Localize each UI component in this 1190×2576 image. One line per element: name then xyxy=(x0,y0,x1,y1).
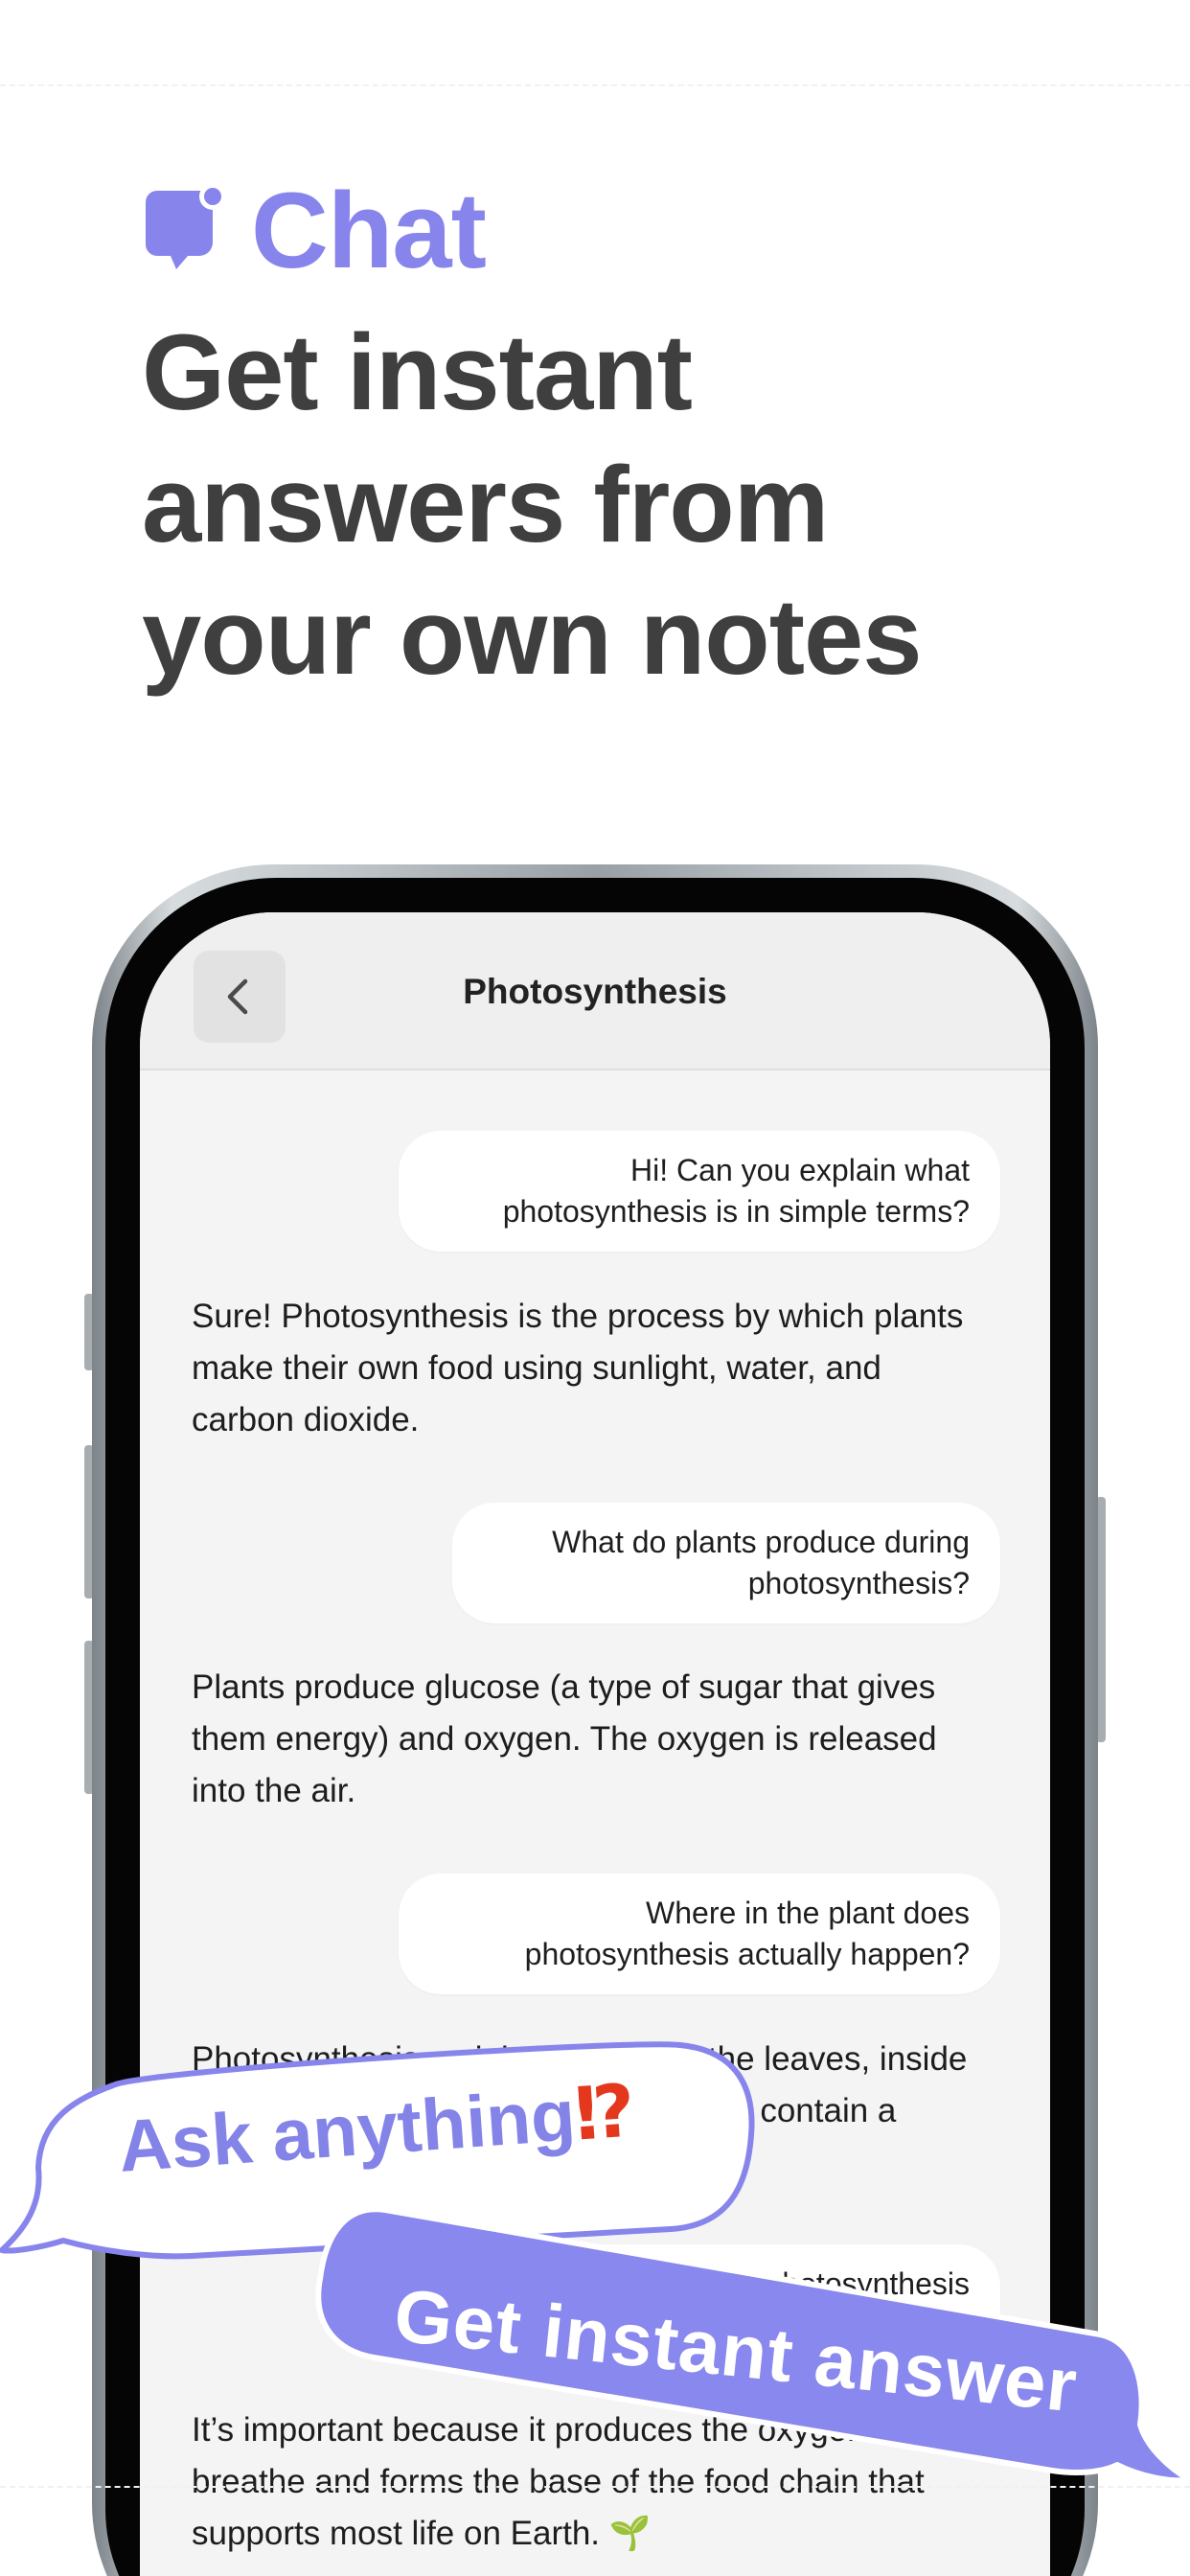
assistant-message: It’s important because it produces the o… xyxy=(192,2404,1016,2560)
chat-title: Photosynthesis xyxy=(463,972,727,1011)
title-line: answers from xyxy=(142,445,829,564)
user-message: What do plants produce during photosynth… xyxy=(452,1503,1000,1623)
message-line: Sure! Photosynthesis is the process by w… xyxy=(192,1298,964,1335)
message-line: photosynthesis? xyxy=(747,1566,970,1600)
exclamation-question-icon: ⁉ xyxy=(572,2070,638,2156)
message-line: make their own food using sunlight, wate… xyxy=(192,1349,881,1387)
message-line: Where in the plant does xyxy=(646,1896,970,1930)
message-line: It’s important because it produces the o… xyxy=(192,2411,919,2449)
title-line: your own notes xyxy=(142,577,923,697)
promo-screen: Chat Get instant answers from your own n… xyxy=(0,0,1190,2576)
message-line: photosynthesis is in simple terms? xyxy=(502,1194,970,1229)
app-header: Photosynthesis xyxy=(140,912,1050,1070)
message-line: photosynthesis actually happen? xyxy=(524,1937,970,1971)
feature-tag-label: Chat xyxy=(251,171,487,290)
divider xyxy=(0,84,1190,86)
chat-bubble-icon xyxy=(146,183,226,269)
feature-tag: Chat xyxy=(144,171,487,290)
user-message: Hi! Can you explain what photosynthesis … xyxy=(399,1131,1000,1252)
message-line: What do plants produce during xyxy=(552,1525,970,1559)
message-line: into the air. xyxy=(192,1772,356,1809)
page-title: Get instant answers from your own notes xyxy=(142,307,1100,703)
message-line: carbon dioxide. xyxy=(192,1401,420,1438)
title-line: Get instant xyxy=(142,312,693,432)
message-line: Hi! Can you explain what xyxy=(630,1153,970,1187)
user-message: Where in the plant does photosynthesis a… xyxy=(399,1874,1000,1994)
message-line: supports most life on Earth. 🌱 xyxy=(192,2515,652,2552)
divider xyxy=(0,2486,1190,2488)
message-line: them energy) and oxygen. The oxygen is r… xyxy=(192,1720,937,1758)
message-line: Plants produce glucose (a type of sugar … xyxy=(192,1668,936,1706)
assistant-message: Plants produce glucose (a type of sugar … xyxy=(192,1662,1016,1817)
message-line: breathe and forms the base of the food c… xyxy=(192,2463,925,2500)
assistant-message: Sure! Photosynthesis is the process by w… xyxy=(192,1291,1016,1446)
